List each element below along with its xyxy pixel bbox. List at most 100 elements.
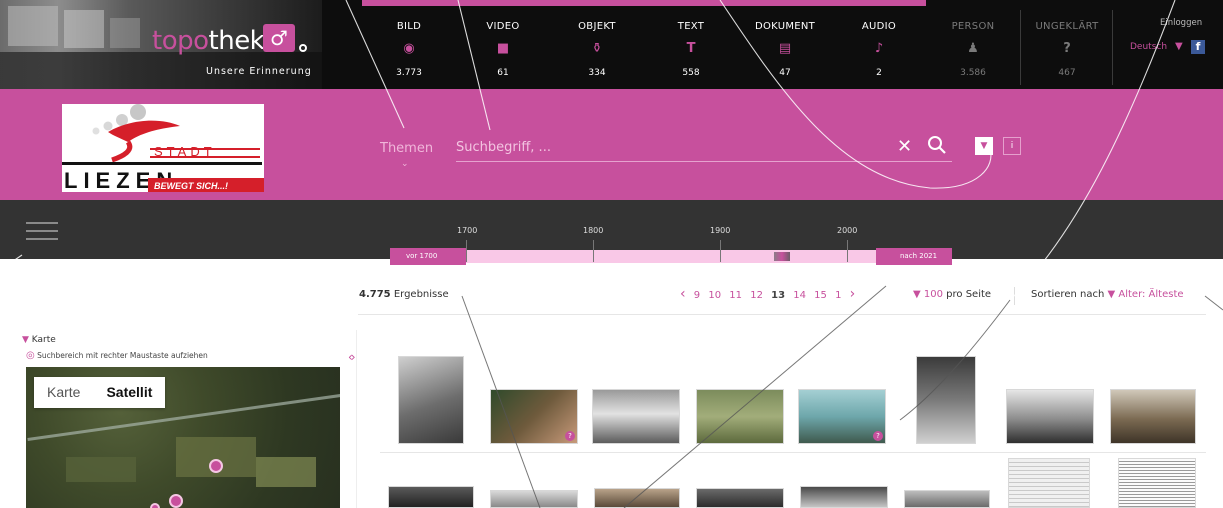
clear-icon[interactable]: ✕ — [897, 136, 912, 157]
result-thumbnail[interactable] — [696, 488, 784, 508]
category-video[interactable]: VIDEO ■ 61 — [456, 0, 550, 89]
category-label: AUDIO — [861, 21, 897, 32]
chevron-down-icon[interactable]: ⌄ — [401, 159, 409, 169]
timeline-density-marker — [774, 252, 790, 261]
dropdown-triangle-icon: ▼ — [913, 289, 921, 300]
menu-icon[interactable] — [26, 222, 58, 240]
dropdown-triangle-icon: ▼ — [22, 335, 29, 345]
city-logo-graphic: STADT LIEZEN BEWEGT SICH...! — [62, 104, 264, 192]
category-label: PERSON — [951, 21, 995, 32]
themen-dropdown[interactable]: Themen — [380, 141, 433, 156]
results-divider-line — [358, 314, 1206, 315]
language-select[interactable]: Deutsch — [1130, 42, 1167, 52]
result-thumbnail[interactable] — [904, 490, 990, 508]
results-count: 4.775 Ergebnisse — [359, 289, 449, 300]
category-count: 47 — [779, 68, 791, 78]
category-label: OBJEKT — [578, 21, 616, 32]
page-link[interactable]: 12 — [750, 290, 763, 301]
page-link[interactable]: 10 — [708, 290, 721, 301]
target-icon: ◎ — [26, 350, 35, 361]
category-bild[interactable]: BILD ◉ 3.773 — [362, 0, 456, 89]
category-ungeklaert[interactable]: UNGEKLÄRT ? 467 — [1020, 0, 1114, 89]
per-page-value: 100 — [923, 289, 943, 300]
person-icon: ♟ — [967, 41, 979, 56]
collapse-panel-icon[interactable]: ‹› — [348, 350, 355, 364]
category-count: 2 — [876, 68, 882, 78]
result-thumbnail[interactable] — [594, 488, 680, 508]
login-link[interactable]: Einloggen — [1160, 18, 1202, 28]
result-thumbnail[interactable] — [696, 389, 784, 444]
thumbnail-row-divider — [380, 452, 1206, 453]
sort-value: Alter: Älteste — [1118, 289, 1184, 300]
result-thumbnail[interactable] — [1110, 389, 1196, 444]
city-logo-liezen[interactable]: STADT LIEZEN BEWEGT SICH...! — [62, 104, 264, 192]
page-link[interactable]: 11 — [729, 290, 742, 301]
result-thumbnail[interactable] — [1006, 389, 1094, 444]
map-marker-icon[interactable] — [169, 494, 183, 508]
sort-label: Sortieren nach — [1031, 289, 1105, 300]
timeline-year: 1700 — [457, 226, 478, 235]
result-thumbnail[interactable] — [1008, 458, 1090, 508]
category-objekt[interactable]: OBJEKT ⚱ 334 — [550, 0, 644, 89]
category-count: 61 — [497, 68, 509, 78]
brand-tagline: Unsere Erinnerung — [206, 66, 312, 77]
chevron-left-icon[interactable]: ‹ — [680, 286, 686, 302]
facebook-icon[interactable]: f — [1191, 40, 1205, 54]
results-label: Ergebnisse — [393, 289, 449, 300]
map-toggle-label: Karte — [31, 335, 56, 345]
timeline-tick — [847, 240, 848, 262]
search-input[interactable] — [456, 134, 952, 162]
dropdown-triangle-icon[interactable]: ▼ — [1175, 41, 1183, 52]
category-audio[interactable]: AUDIO ♪ 2 — [832, 0, 926, 89]
category-person[interactable]: PERSON ♟ 3.586 — [926, 0, 1020, 89]
category-count: 334 — [588, 68, 606, 78]
timeline-after-handle[interactable]: nach 2021 — [876, 248, 952, 265]
category-text[interactable]: TEXT T 558 — [644, 0, 738, 89]
panel-divider — [356, 330, 357, 508]
result-thumbnail[interactable] — [800, 486, 888, 508]
map-type-karte[interactable]: Karte — [34, 377, 93, 408]
per-page-select[interactable]: ▼ 100 pro Seite — [913, 289, 991, 300]
info-icon[interactable]: i — [1003, 137, 1021, 155]
page-link[interactable]: 1 — [835, 290, 841, 301]
city-logo-slogan: BEWEGT SICH...! — [154, 181, 228, 191]
sort-select[interactable]: Sortieren nach ▼ Alter: Älteste — [1031, 289, 1184, 300]
timeline-tick — [593, 240, 594, 262]
object-icon: ⚱ — [591, 41, 603, 56]
result-thumbnail[interactable] — [398, 356, 464, 444]
category-dokument[interactable]: DOKUMENT ▤ 47 — [738, 0, 832, 89]
brand-name-part2: thek — [208, 26, 265, 56]
page-link[interactable]: 14 — [793, 290, 806, 301]
brand-registered-icon — [299, 44, 307, 52]
document-icon: ▤ — [778, 41, 792, 56]
question-icon: ? — [565, 431, 575, 441]
page-link[interactable]: 9 — [694, 290, 700, 301]
timeline-slider-track[interactable] — [466, 250, 876, 263]
topothek-logo-icon: ♂ — [263, 24, 295, 52]
question-icon: ? — [873, 431, 883, 441]
category-count: 3.586 — [960, 68, 986, 78]
result-thumbnail[interactable] — [1118, 458, 1196, 508]
timeline-before-handle[interactable]: vor 1700 — [390, 248, 466, 265]
topothek-logo[interactable]: topothek — [152, 26, 265, 56]
page-link[interactable]: 15 — [814, 290, 827, 301]
map-type-satellit[interactable]: Satellit — [93, 377, 165, 408]
chevron-right-icon[interactable]: › — [850, 286, 856, 302]
timeline-year: 1900 — [710, 226, 731, 235]
result-thumbnail[interactable]: ? — [490, 389, 578, 444]
result-thumbnail[interactable] — [490, 490, 578, 508]
timeline-year: 2000 — [837, 226, 858, 235]
map-marker-icon[interactable] — [209, 459, 223, 473]
result-thumbnail[interactable] — [592, 389, 680, 444]
result-thumbnail[interactable] — [916, 356, 976, 444]
text-icon: T — [686, 41, 696, 56]
result-thumbnail[interactable]: ? — [798, 389, 886, 444]
map-marker-icon[interactable] — [150, 503, 160, 508]
map-toggle[interactable]: ▼ Karte — [22, 335, 56, 345]
filter-toggle-icon[interactable]: ▼ — [975, 137, 993, 155]
search-icon[interactable] — [926, 134, 948, 156]
result-thumbnail[interactable] — [388, 486, 474, 508]
map-type-switcher: Karte Satellit — [34, 377, 166, 408]
audio-icon: ♪ — [874, 41, 884, 56]
page-link-current[interactable]: 13 — [771, 290, 785, 301]
